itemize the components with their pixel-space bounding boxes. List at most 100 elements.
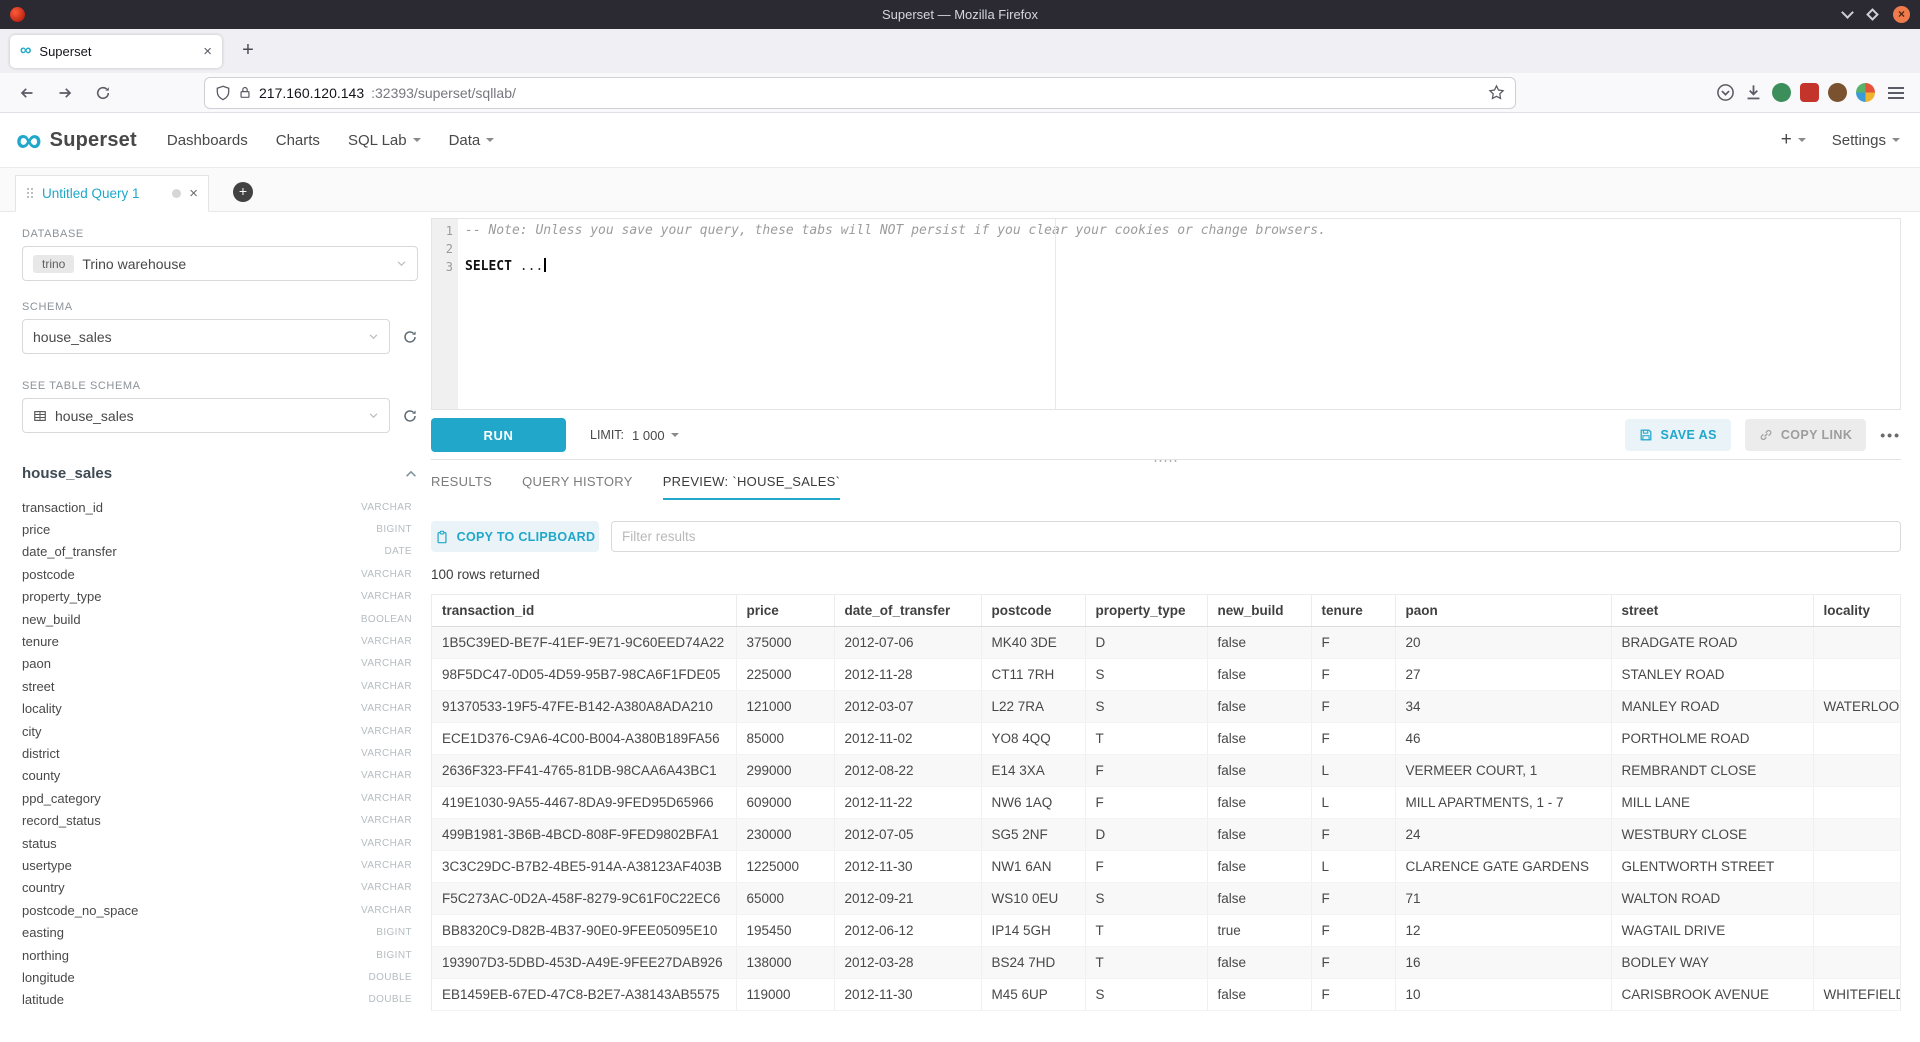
results-tab[interactable]: PREVIEW: `HOUSE_SALES` [663, 474, 841, 500]
nav-item-charts[interactable]: Charts [276, 132, 320, 149]
table-cell: BODLEY WAY [1611, 947, 1813, 979]
column-header[interactable]: transaction_id [432, 595, 736, 627]
bookmark-star-icon[interactable] [1488, 84, 1505, 101]
window-close-icon[interactable]: × [1893, 6, 1910, 23]
table-cell: 2012-03-28 [834, 947, 981, 979]
new-tab-button[interactable]: + [234, 37, 262, 65]
menu-icon[interactable] [1888, 92, 1904, 94]
schema-column-row: paonVARCHAR [22, 653, 418, 675]
results-table-head-row: transaction_idpricedate_of_transferpostc… [432, 595, 1900, 627]
table-cell: 119000 [736, 979, 834, 1011]
editor-gutter: 1 2 3 [432, 219, 458, 409]
tampermonkey-icon[interactable] [1828, 83, 1847, 102]
schema-column-row: postcodeVARCHAR [22, 563, 418, 585]
sql-editor[interactable]: 1 2 3 -- Note: Unless you save your quer… [431, 218, 1901, 410]
table-cell [1813, 723, 1900, 755]
table-cell [1813, 915, 1900, 947]
schema-column-row: northingBIGINT [22, 944, 418, 966]
results-tab[interactable]: RESULTS [431, 474, 492, 500]
column-header[interactable]: property_type [1085, 595, 1207, 627]
table-cell: false [1207, 627, 1311, 659]
column-header[interactable]: postcode [981, 595, 1085, 627]
table-cell: WATERLOO [1813, 691, 1900, 723]
table-cell: CLARENCE GATE GARDENS [1395, 851, 1611, 883]
tab-close-icon[interactable]: × [203, 43, 212, 60]
query-tab[interactable]: Untitled Query 1 × [15, 175, 209, 212]
browser-tab[interactable]: ∞ Superset × [10, 35, 222, 68]
nav-item-sql-lab[interactable]: SQL Lab [348, 132, 421, 149]
forward-button[interactable] [50, 78, 80, 108]
table-cell: MILL APARTMENTS, 1 - 7 [1395, 787, 1611, 819]
table-cell [1813, 851, 1900, 883]
filter-results-input[interactable] [611, 521, 1901, 552]
table-cell: false [1207, 755, 1311, 787]
downloads-icon[interactable] [1744, 83, 1763, 102]
resize-grip-icon[interactable] [1153, 459, 1179, 464]
save-as-button[interactable]: SAVE AS [1625, 419, 1731, 451]
more-options-icon[interactable]: ••• [1880, 427, 1901, 443]
table-cell: 98F5DC47-0D05-4D59-95B7-98CA6F1FDE05 [432, 659, 736, 691]
column-header[interactable]: date_of_transfer [834, 595, 981, 627]
table-row: BB8320C9-D82B-4B37-90E0-9FEE05095E101954… [432, 915, 1900, 947]
limit-dropdown[interactable]: LIMIT: 1 000 [590, 428, 679, 443]
run-button[interactable]: RUN [431, 418, 566, 452]
results-pane: RESULTS QUERY HISTORY PREVIEW: `HOUSE_SALE… [431, 459, 1901, 1042]
column-header[interactable]: price [736, 595, 834, 627]
tracking-shield-icon[interactable] [215, 85, 231, 101]
window-maximize-icon[interactable] [1866, 8, 1879, 21]
column-header[interactable]: locality [1813, 595, 1900, 627]
column-header[interactable]: new_build [1207, 595, 1311, 627]
copy-link-button[interactable]: COPY LINK [1745, 419, 1866, 451]
table-cell: YO8 4QQ [981, 723, 1085, 755]
back-button[interactable] [12, 78, 42, 108]
database-select[interactable]: trino Trino warehouse [22, 246, 418, 281]
table-cell: 71 [1395, 883, 1611, 915]
table-select[interactable]: house_sales [22, 398, 390, 433]
table-cell: 2012-09-21 [834, 883, 981, 915]
collapse-chevron-up-icon[interactable] [404, 467, 418, 481]
table-cell: F [1085, 787, 1207, 819]
settings-menu[interactable]: Settings [1832, 132, 1900, 149]
column-name: county [22, 768, 361, 783]
schema-column-row: statusVARCHAR [22, 832, 418, 854]
url-bar[interactable]: 217.160.120.143:32393/superset/sqllab/ [204, 77, 1516, 109]
refresh-schema-icon[interactable] [402, 329, 418, 345]
table-cell: 91370533-19F5-47FE-B142-A380A8ADA210 [432, 691, 736, 723]
schema-select[interactable]: house_sales [22, 319, 390, 354]
results-tab[interactable]: QUERY HISTORY [522, 474, 633, 500]
query-tab-close-icon[interactable]: × [189, 185, 198, 202]
extension-icon[interactable] [1772, 83, 1791, 102]
column-name: transaction_id [22, 500, 361, 515]
column-name: paon [22, 656, 361, 671]
window-minimize-icon[interactable] [1841, 6, 1854, 19]
schema-column-row: usertypeVARCHAR [22, 854, 418, 876]
browser-tabstrip: ∞ Superset × + [0, 29, 1920, 73]
extension-pinwheel-icon[interactable] [1856, 83, 1875, 102]
nav-item-data[interactable]: Data [449, 132, 495, 149]
link-icon [1759, 428, 1773, 442]
app-header: ∞ Superset DashboardsChartsSQL LabData +… [0, 113, 1920, 168]
results-table-body: 1B5C39ED-BE7F-41EF-9E71-9C60EED74A223750… [432, 627, 1900, 1011]
column-type: VARCHAR [361, 636, 412, 647]
drag-grip-icon[interactable] [26, 187, 34, 200]
ublock-shield-icon[interactable] [1800, 83, 1819, 102]
lock-icon[interactable] [238, 85, 252, 100]
table-cell [1813, 787, 1900, 819]
new-item-menu[interactable]: + [1781, 129, 1806, 151]
column-header[interactable]: tenure [1311, 595, 1395, 627]
table-icon [33, 409, 47, 423]
editor-code[interactable]: -- Note: Unless you save your query, the… [458, 219, 1326, 409]
table-row: 419E1030-9A55-4467-8DA9-9FED95D659666090… [432, 787, 1900, 819]
caret-down-icon [413, 138, 421, 142]
pocket-icon[interactable] [1716, 83, 1735, 102]
column-header[interactable]: street [1611, 595, 1813, 627]
nav-item-dashboards[interactable]: Dashboards [167, 132, 248, 149]
refresh-table-icon[interactable] [402, 408, 418, 424]
column-header[interactable]: paon [1395, 595, 1611, 627]
add-query-tab-button[interactable]: + [233, 182, 253, 202]
table-row: ECE1D376-C9A6-4C00-B004-A380B189FA568500… [432, 723, 1900, 755]
copy-to-clipboard-button[interactable]: COPY TO CLIPBOARD [431, 521, 599, 552]
schema-column-row: record_statusVARCHAR [22, 809, 418, 831]
see-table-schema-label: SEE TABLE SCHEMA [22, 380, 418, 392]
reload-button[interactable] [88, 78, 118, 108]
